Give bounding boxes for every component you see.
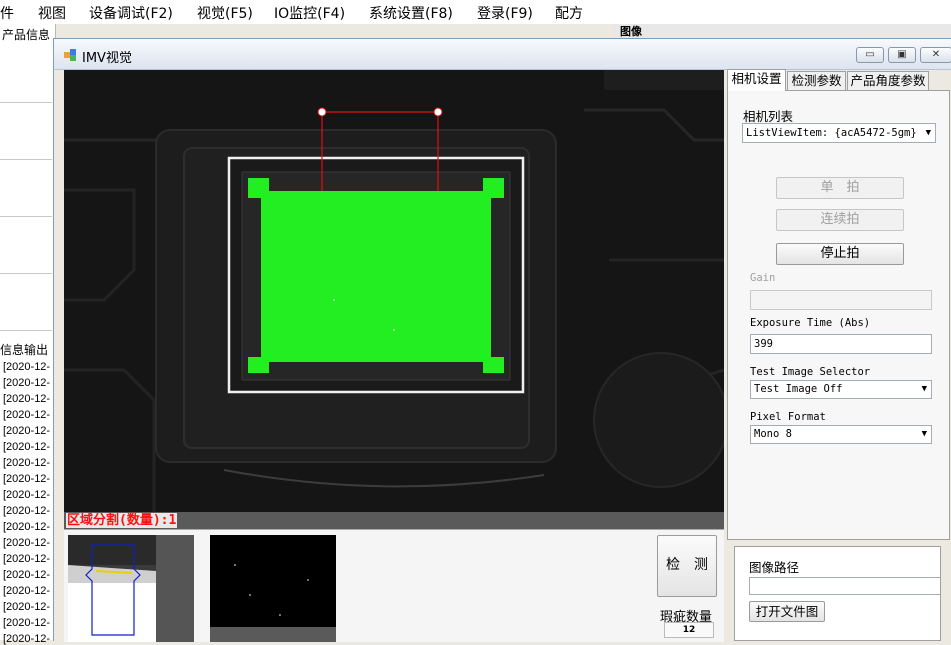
log-line: [2020-12-: [3, 553, 51, 565]
background-right-header: 图像: [612, 24, 951, 39]
log-line: [2020-12-: [3, 441, 51, 453]
continuous-shot-button[interactable]: 连续拍: [776, 209, 904, 231]
log-line: [2020-12-: [3, 537, 51, 549]
segmented-region: [248, 178, 504, 373]
dropdown-arrow-icon: ▼: [921, 384, 927, 394]
menu-login[interactable]: 登录(F9): [477, 3, 533, 23]
dropdown-arrow-icon: ▼: [921, 429, 927, 439]
test-image-dropdown[interactable]: Test Image Off ▼: [750, 380, 932, 399]
region-count-label: 区域分割(数量):1: [66, 513, 178, 528]
window-title-bar[interactable]: IMV视觉 ▭ ▣ ✕: [54, 39, 951, 70]
app-icon: [64, 49, 76, 61]
menu-system-settings[interactable]: 系统设置(F8): [369, 3, 453, 23]
menu-bar: 件 视图 设备调试(F2) 视觉(F5) IO监控(F4) 系统设置(F8) 登…: [0, 0, 951, 24]
log-line: [2020-12-: [3, 489, 51, 501]
pixel-format-label: Pixel Format: [750, 411, 826, 423]
menu-view[interactable]: 视图: [38, 3, 66, 23]
camera-list-value: ListViewItem: {acA5472-5gm}: [746, 127, 917, 139]
log-line: [2020-12-: [3, 377, 51, 389]
camera-image: [64, 70, 724, 512]
single-shot-button[interactable]: 单 拍: [776, 177, 904, 199]
log-line: [2020-12-: [3, 473, 51, 485]
camera-settings-panel: 相机列表 ListViewItem: {acA5472-5gm} ▼ 单 拍 连…: [727, 90, 950, 540]
restore-button[interactable]: ▣: [888, 47, 916, 63]
dropdown-arrow-icon: ▼: [925, 128, 931, 138]
pixel-format-dropdown[interactable]: Mono 8 ▼: [750, 425, 932, 444]
close-icon: ✕: [931, 49, 941, 60]
image-path-group: 图像路径 打开文件图: [734, 546, 941, 641]
log-line: [2020-12-: [3, 633, 51, 645]
log-line: [2020-12-: [3, 585, 51, 597]
product-info-title: 产品信息: [2, 28, 51, 42]
log-line: [2020-12-: [3, 457, 51, 469]
defect-count-value: 12: [664, 622, 714, 638]
product-info-cell: [0, 103, 52, 160]
image-path-input[interactable]: [749, 577, 940, 595]
window-title: IMV视觉: [82, 51, 132, 66]
log-line: [2020-12-: [3, 409, 51, 421]
restore-icon: ▣: [897, 49, 907, 60]
close-button[interactable]: ✕: [920, 47, 951, 63]
gain-label: Gain: [750, 272, 776, 284]
thumbnail-1[interactable]: [68, 535, 194, 642]
log-line: [2020-12-: [3, 361, 51, 373]
log-line: [2020-12-: [3, 521, 51, 533]
product-info-cell: [0, 217, 52, 274]
log-line: [2020-12-: [3, 393, 51, 405]
log-line: [2020-12-: [3, 505, 51, 517]
stop-shot-button[interactable]: 停止拍: [776, 243, 904, 265]
test-image-label: Test Image Selector: [750, 366, 871, 378]
status-strip: 区域分割(数量):1: [64, 512, 724, 529]
result-area: 检 测 瑕疵数量 12: [64, 529, 724, 642]
menu-recipe[interactable]: 配方: [555, 3, 583, 23]
info-output-title: 信息输出: [0, 343, 49, 357]
menu-vision[interactable]: 视觉(F5): [197, 3, 253, 23]
vision-window: IMV视觉 ▭ ▣ ✕ 区域分割(数量):1 检 测 瑕疵数量 12 相机设置 …: [53, 38, 951, 642]
detect-button[interactable]: 检 测: [657, 535, 717, 597]
exposure-label: Exposure Time (Abs): [750, 317, 871, 329]
minimize-icon: ▭: [865, 49, 875, 60]
roi-handle[interactable]: [433, 107, 443, 117]
tab-detect-params[interactable]: 检测参数: [787, 71, 846, 91]
tab-product-angle-params[interactable]: 产品角度参数: [847, 71, 929, 91]
log-line: [2020-12-: [3, 425, 51, 437]
pixel-format-value: Mono 8: [754, 428, 792, 440]
settings-tabs: 相机设置 检测参数 产品角度参数: [727, 69, 951, 91]
log-line: [2020-12-: [3, 617, 51, 629]
log-line: [2020-12-: [3, 601, 51, 613]
background-image-title: 图像: [620, 25, 642, 38]
tab-camera-settings[interactable]: 相机设置: [727, 69, 786, 91]
log-line: [2020-12-: [3, 569, 51, 581]
background-left-panel: 产品信息 信息输出 [2020-12- [2020-12- [2020-12- [20…: [0, 24, 56, 645]
camera-image-view[interactable]: [64, 70, 724, 512]
gain-input[interactable]: [750, 290, 932, 310]
menu-device-debug[interactable]: 设备调试(F2): [89, 3, 173, 23]
product-info-cell: [0, 160, 52, 217]
roi-handle[interactable]: [317, 107, 327, 117]
minimize-button[interactable]: ▭: [856, 47, 884, 63]
test-image-value: Test Image Off: [754, 383, 843, 395]
menu-io-monitor[interactable]: IO监控(F4): [274, 3, 345, 23]
camera-list-dropdown[interactable]: ListViewItem: {acA5472-5gm} ▼: [742, 123, 936, 143]
product-info-cell: [0, 44, 52, 103]
open-file-button[interactable]: 打开文件图: [749, 601, 825, 622]
thumbnail-2[interactable]: [210, 535, 336, 642]
product-info-cell: [0, 274, 52, 331]
image-path-title: 图像路径: [749, 560, 800, 575]
menu-file[interactable]: 件: [0, 3, 14, 23]
exposure-input[interactable]: 399: [750, 334, 932, 354]
